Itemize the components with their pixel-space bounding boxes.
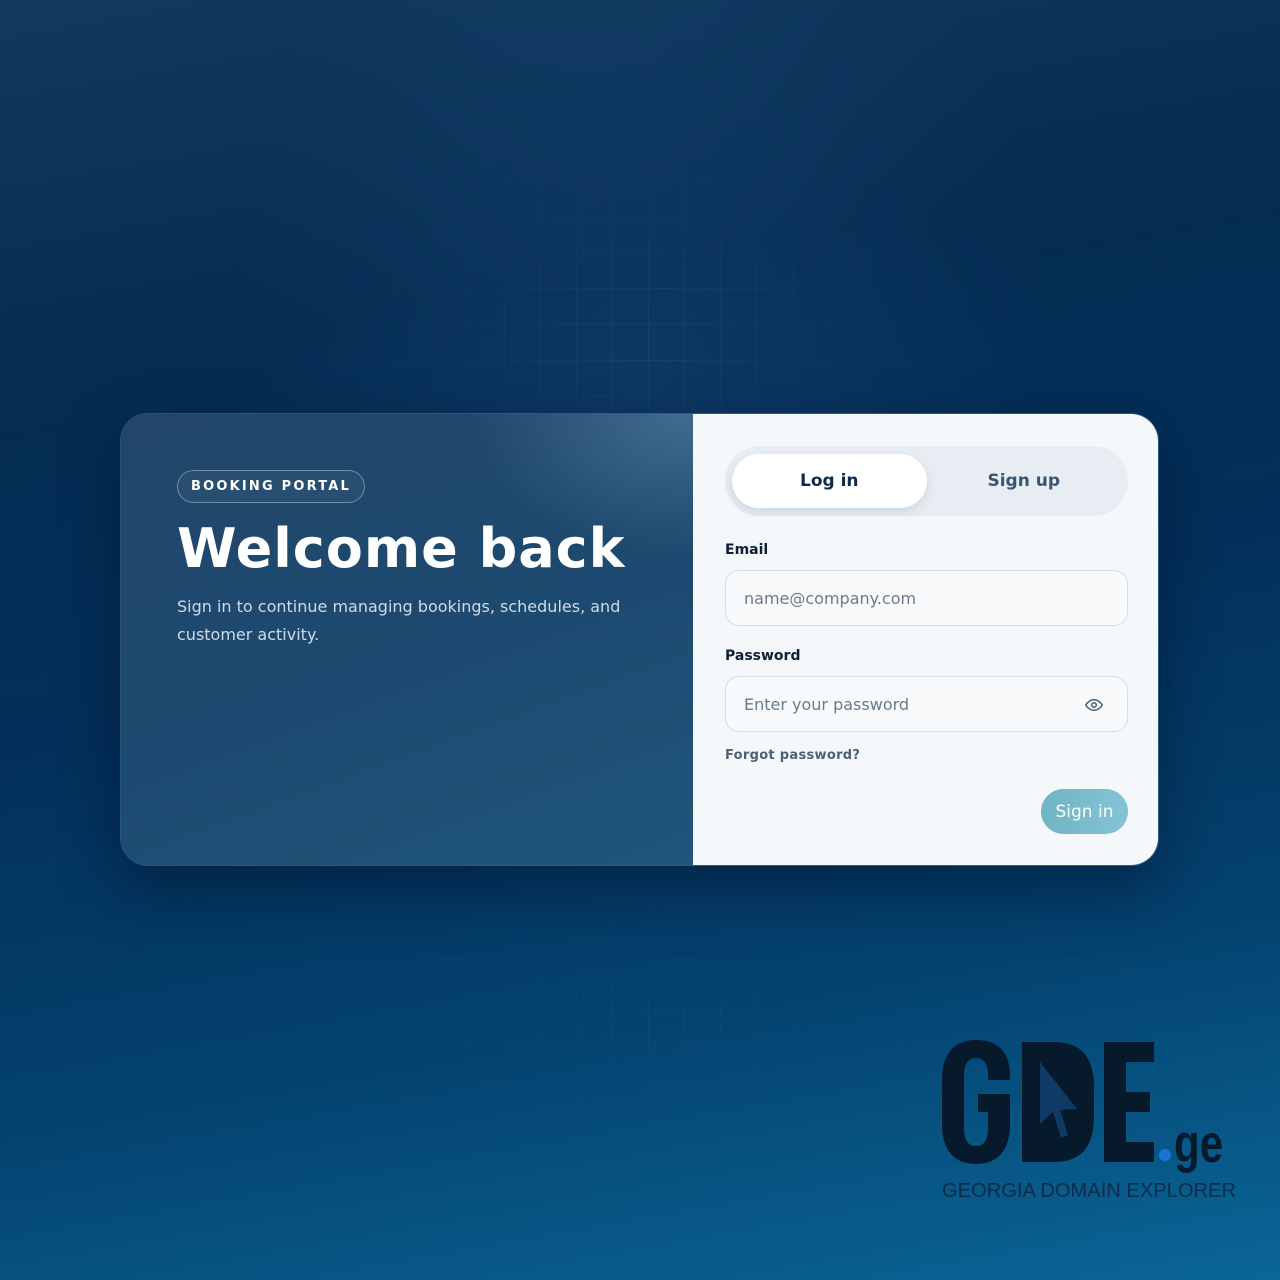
password-field-wrapper [725,676,1128,732]
forgot-password-link[interactable]: Forgot password? [725,748,860,763]
email-label: Email [725,542,769,558]
page-title: Welcome back [177,517,626,580]
brand-panel: BOOKING PORTAL Welcome back Sign in to c… [121,414,693,865]
email-field-wrapper [725,570,1128,626]
auth-tabs: Log in Sign up [725,446,1128,516]
login-card: BOOKING PORTAL Welcome back Sign in to c… [120,413,1159,866]
tab-signup[interactable]: Sign up [927,454,1122,508]
sign-in-button[interactable]: Sign in [1041,789,1128,834]
email-field[interactable] [742,587,1111,609]
tab-login[interactable]: Log in [732,454,927,508]
logo-suffix: ge [1174,1114,1223,1174]
gde-logo-watermark: ge GEORGIA DOMAIN EXPLORER [942,1040,1236,1202]
eye-icon[interactable] [1085,696,1103,714]
auth-form-panel: Log in Sign up Email Password Forgot pas… [693,414,1158,865]
logo-tagline: GEORGIA DOMAIN EXPLORER [942,1180,1236,1202]
page-subtitle: Sign in to continue managing bookings, s… [177,597,621,644]
portal-badge: BOOKING PORTAL [177,470,366,503]
password-label: Password [725,648,801,664]
password-field[interactable] [742,693,1111,715]
